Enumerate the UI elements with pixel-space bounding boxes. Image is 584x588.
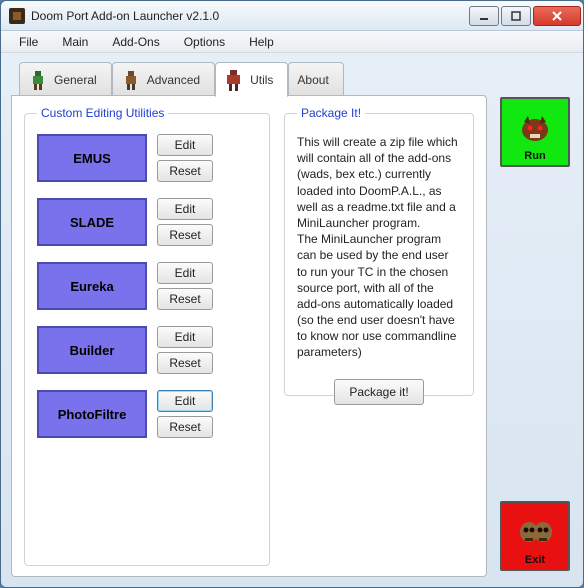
- menu-addons[interactable]: Add-Ons: [102, 33, 169, 51]
- utils-list: EMUS Edit Reset SLADE Edit Reset: [37, 134, 257, 438]
- edit-button-emus[interactable]: Edit: [157, 134, 213, 156]
- util-row-emus: EMUS Edit Reset: [37, 134, 257, 182]
- edit-button-builder[interactable]: Edit: [157, 326, 213, 348]
- package-description-2: The MiniLauncher program can be used by …: [297, 231, 461, 361]
- soldier-red-icon: [224, 69, 244, 91]
- tab-label: About: [297, 73, 328, 87]
- side-buttons: Run Exit: [497, 61, 573, 577]
- tab-about[interactable]: About: [288, 62, 343, 96]
- custom-utilities-group: Custom Editing Utilities EMUS Edit Reset…: [24, 106, 270, 566]
- exit-button-label: Exit: [525, 554, 545, 566]
- reset-button-slade[interactable]: Reset: [157, 224, 213, 246]
- util-row-eureka: Eureka Edit Reset: [37, 262, 257, 310]
- util-button-photofiltre[interactable]: PhotoFiltre: [37, 390, 147, 438]
- menu-options[interactable]: Options: [174, 33, 235, 51]
- run-button[interactable]: Run: [500, 97, 570, 167]
- close-button[interactable]: [533, 6, 581, 26]
- util-row-builder: Builder Edit Reset: [37, 326, 257, 374]
- edit-button-photofiltre[interactable]: Edit: [157, 390, 213, 412]
- tabstrip: General Advanced Utils About: [19, 61, 487, 95]
- util-button-builder[interactable]: Builder: [37, 326, 147, 374]
- demon-run-icon: [516, 110, 554, 148]
- tabs-area: General Advanced Utils About: [11, 61, 487, 577]
- package-group: Package It! This will create a zip file …: [284, 106, 474, 396]
- util-row-photofiltre: PhotoFiltre Edit Reset: [37, 390, 257, 438]
- app-icon: [9, 8, 25, 24]
- menubar: File Main Add-Ons Options Help: [1, 31, 583, 53]
- edit-button-eureka[interactable]: Edit: [157, 262, 213, 284]
- group-legend: Custom Editing Utilities: [37, 106, 168, 120]
- titlebar[interactable]: Doom Port Add-on Launcher v2.1.0: [1, 1, 583, 31]
- minimize-button[interactable]: [469, 6, 499, 26]
- group-legend: Package It!: [297, 106, 365, 120]
- util-button-eureka[interactable]: Eureka: [37, 262, 147, 310]
- menu-help[interactable]: Help: [239, 33, 284, 51]
- skulls-icon: [516, 514, 554, 552]
- tab-advanced[interactable]: Advanced: [112, 62, 215, 96]
- package-description-1: This will create a zip file which will c…: [297, 134, 461, 231]
- tab-general[interactable]: General: [19, 62, 112, 96]
- package-it-button[interactable]: Package it!: [334, 379, 423, 405]
- reset-button-emus[interactable]: Reset: [157, 160, 213, 182]
- tab-label: General: [54, 73, 97, 87]
- maximize-button[interactable]: [501, 6, 531, 26]
- edit-button-slade[interactable]: Edit: [157, 198, 213, 220]
- tab-label: Utils: [250, 73, 273, 87]
- menu-main[interactable]: Main: [52, 33, 98, 51]
- app-window: Doom Port Add-on Launcher v2.1.0 File Ma…: [0, 0, 584, 588]
- menu-file[interactable]: File: [9, 33, 48, 51]
- util-button-slade[interactable]: SLADE: [37, 198, 147, 246]
- reset-button-builder[interactable]: Reset: [157, 352, 213, 374]
- reset-button-photofiltre[interactable]: Reset: [157, 416, 213, 438]
- tab-label: Advanced: [147, 73, 200, 87]
- run-button-label: Run: [524, 150, 545, 162]
- soldier-green-icon: [28, 69, 48, 91]
- client-area: General Advanced Utils About: [1, 53, 583, 587]
- soldier-brown-icon: [121, 69, 141, 91]
- util-row-slade: SLADE Edit Reset: [37, 198, 257, 246]
- window-title: Doom Port Add-on Launcher v2.1.0: [31, 9, 469, 23]
- exit-button[interactable]: Exit: [500, 501, 570, 571]
- reset-button-eureka[interactable]: Reset: [157, 288, 213, 310]
- window-controls: [469, 6, 581, 26]
- tabpanel-utils: Custom Editing Utilities EMUS Edit Reset…: [11, 95, 487, 577]
- util-button-emus[interactable]: EMUS: [37, 134, 147, 182]
- tab-utils[interactable]: Utils: [215, 62, 288, 97]
